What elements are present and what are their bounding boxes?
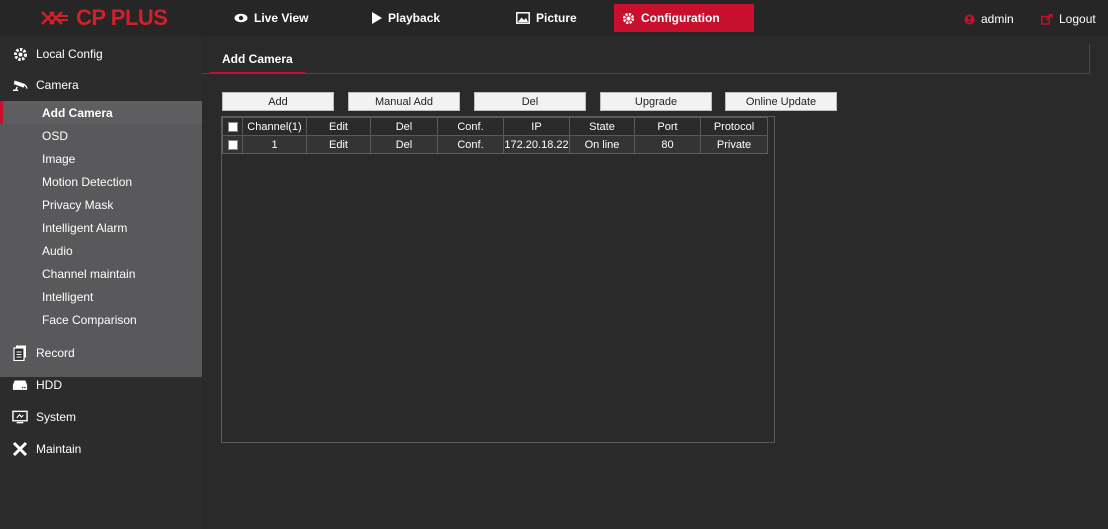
column-header: Channel(1) — [242, 117, 307, 136]
column-header: State — [569, 117, 635, 136]
column-header: Del — [370, 117, 438, 136]
conf-link[interactable]: Conf. — [437, 135, 504, 154]
sidebar-item-label: HDD — [36, 378, 62, 392]
play-icon — [372, 12, 382, 24]
logo-text: CP PLUS — [76, 5, 168, 30]
sidebar-sub-intelligent-alarm[interactable]: Intelligent Alarm — [0, 216, 202, 239]
user-icon — [964, 14, 975, 24]
tab-live-view[interactable]: Live View — [234, 4, 308, 32]
online-update-button[interactable]: Online Update — [725, 92, 837, 111]
table-header-row: Channel(1) Edit Del Conf. IP State Port … — [222, 117, 768, 136]
user-menu[interactable]: admin — [964, 12, 1014, 26]
top-bar: CP PLUS Live View Playback Picture Confi… — [0, 0, 1108, 36]
upgrade-button[interactable]: Upgrade — [600, 92, 712, 111]
add-button[interactable]: Add — [222, 92, 334, 111]
page-header: Add Camera — [202, 44, 1090, 74]
protocol-cell: Private — [700, 135, 768, 154]
column-header: Protocol — [700, 117, 768, 136]
tab-label: Playback — [388, 11, 441, 25]
sidebar-item-local-config[interactable]: Local Config — [0, 38, 202, 70]
sidebar-sub-privacy-mask[interactable]: Privacy Mask — [0, 193, 202, 216]
tab-configuration[interactable]: Configuration — [614, 4, 754, 32]
tab-label: Configuration — [641, 11, 720, 25]
hdd-icon — [12, 377, 28, 393]
row-checkbox[interactable] — [227, 139, 238, 150]
ip-cell: 172.20.18.22 — [503, 135, 570, 154]
sidebar-sub-image[interactable]: Image — [0, 147, 202, 170]
sidebar-item-label: Maintain — [36, 442, 82, 456]
system-icon — [12, 409, 28, 425]
sidebar-item-label: System — [36, 410, 77, 424]
username: admin — [981, 12, 1014, 26]
sidebar-sub-audio[interactable]: Audio — [0, 239, 202, 262]
port-cell: 80 — [634, 135, 701, 154]
record-icon — [12, 345, 28, 361]
picture-icon — [516, 12, 530, 24]
column-header: IP — [503, 117, 570, 136]
table-row[interactable]: 1 Edit Del Conf. 172.20.18.22 On line 80… — [222, 135, 768, 154]
tools-icon — [12, 441, 28, 457]
logout-icon — [1041, 13, 1053, 25]
tab-label: Picture — [536, 11, 577, 25]
tab-playback[interactable]: Playback — [372, 4, 440, 32]
sidebar: Local Config Camera Add Camera OSD Image… — [0, 38, 202, 529]
sidebar-sub-motion-detection[interactable]: Motion Detection — [0, 170, 202, 193]
eye-icon — [234, 13, 248, 23]
sidebar-sub-channel-maintain[interactable]: Channel maintain — [0, 262, 202, 285]
camera-submenu: Add Camera OSD Image Motion Detection Pr… — [0, 101, 202, 377]
logout-label: Logout — [1059, 12, 1096, 26]
main-content: Add Camera Add Manual Add Del Upgrade On… — [202, 38, 1108, 529]
select-all-cell — [222, 117, 243, 136]
sidebar-item-camera[interactable]: Camera — [0, 69, 202, 101]
sidebar-sub-add-camera[interactable]: Add Camera — [0, 101, 202, 124]
edit-link[interactable]: Edit — [306, 135, 371, 154]
tab-picture[interactable]: Picture — [516, 4, 577, 32]
sidebar-item-system[interactable]: System — [0, 401, 202, 433]
gear-icon — [622, 12, 635, 24]
tab-label: Live View — [254, 11, 309, 25]
logo-mark-icon — [41, 11, 68, 25]
manual-add-button[interactable]: Manual Add — [348, 92, 460, 111]
delete-link[interactable]: Del — [370, 135, 438, 154]
camera-icon — [12, 77, 28, 93]
camera-table: Channel(1) Edit Del Conf. IP State Port … — [221, 116, 775, 443]
sidebar-item-hdd[interactable]: HDD — [0, 369, 202, 401]
column-header: Conf. — [437, 117, 504, 136]
sidebar-sub-intelligent[interactable]: Intelligent — [0, 285, 202, 308]
sidebar-item-label: Camera — [36, 78, 79, 92]
row-select-cell — [222, 135, 243, 154]
select-all-checkbox[interactable] — [227, 121, 238, 132]
column-header: Edit — [306, 117, 371, 136]
del-button[interactable]: Del — [474, 92, 586, 111]
sidebar-sub-face-comparison[interactable]: Face Comparison — [0, 308, 202, 331]
cp-plus-logo: CP PLUS — [40, 5, 168, 31]
gear-icon — [12, 46, 28, 62]
column-header: Port — [634, 117, 701, 136]
logout-button[interactable]: Logout — [1041, 12, 1096, 26]
sidebar-item-label: Record — [36, 346, 75, 360]
state-cell: On line — [569, 135, 635, 154]
channel-cell: 1 — [242, 135, 307, 154]
sidebar-sub-osd[interactable]: OSD — [0, 124, 202, 147]
page-title: Add Camera — [210, 44, 305, 74]
sidebar-item-record[interactable]: Record — [0, 337, 202, 369]
sidebar-item-maintain[interactable]: Maintain — [0, 433, 202, 465]
sidebar-item-label: Local Config — [36, 47, 103, 61]
